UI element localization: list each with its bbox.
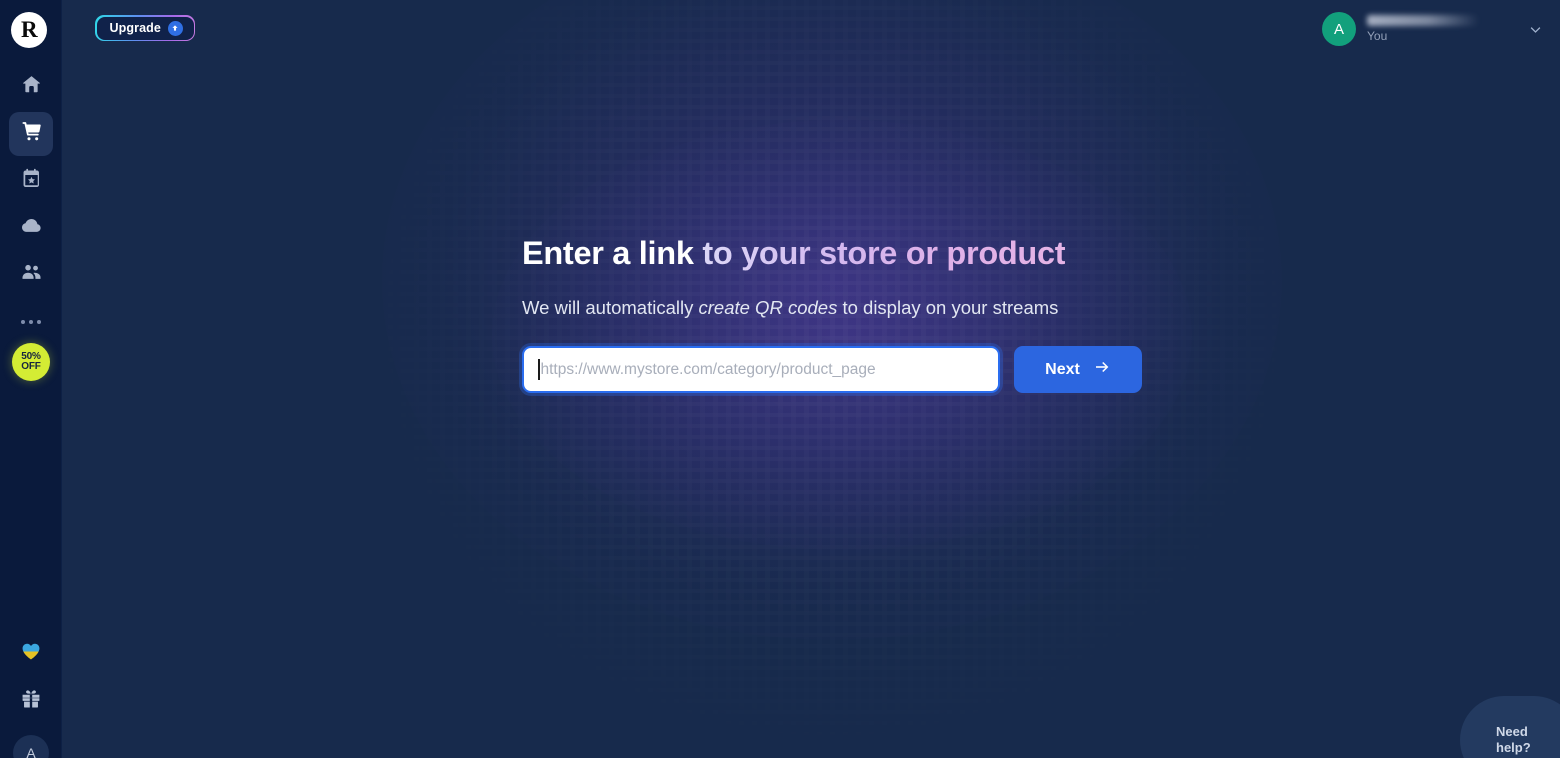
next-button-label: Next <box>1045 360 1080 378</box>
page-subtitle-before: We will automatically <box>522 297 699 318</box>
link-form: Next <box>522 346 1222 393</box>
account-text: You <box>1367 15 1479 43</box>
page-title-strong: Enter a link <box>522 235 694 271</box>
sidebar-item-team[interactable] <box>9 253 53 297</box>
page-title-gradient: to your store or product <box>693 235 1066 271</box>
page-title: Enter a link to your store or product <box>522 231 1222 275</box>
sidebar-item-calendar[interactable] <box>9 159 53 203</box>
help-line-2: help? <box>1496 740 1531 755</box>
sidebar-item-store[interactable] <box>9 112 53 156</box>
next-button[interactable]: Next <box>1014 346 1142 393</box>
cloud-icon <box>20 214 43 242</box>
link-input-wrapper[interactable] <box>522 346 1000 393</box>
upgrade-button[interactable]: Upgrade <box>95 15 196 41</box>
sidebar-nav <box>0 62 62 347</box>
arrow-up-circle-icon <box>167 20 183 36</box>
sidebar-item-cloud[interactable] <box>9 206 53 250</box>
help-line-1: Need <box>1496 724 1528 739</box>
app-logo-letter: R <box>20 17 38 42</box>
help-widget-label: Need help? <box>1496 724 1536 756</box>
sidebar-item-more[interactable] <box>9 300 53 344</box>
gift-icon <box>20 688 42 715</box>
support-ukraine-button[interactable] <box>0 636 62 670</box>
offer-badge-off: OFF <box>21 361 41 372</box>
text-caret <box>538 359 540 380</box>
onboarding-panel: Enter a link to your store or product We… <box>522 231 1222 393</box>
help-widget[interactable]: Need help? <box>1460 696 1560 758</box>
cart-icon <box>20 120 43 148</box>
chevron-down-icon[interactable] <box>1524 18 1546 40</box>
account-name <box>1367 15 1479 26</box>
account-role-label: You <box>1367 29 1388 43</box>
people-icon <box>20 261 43 289</box>
upgrade-button-label: Upgrade <box>109 21 161 35</box>
ukraine-heart-icon <box>20 640 42 667</box>
page-subtitle: We will automatically create QR codes to… <box>522 295 1222 321</box>
avatar: A <box>1322 12 1356 46</box>
link-input[interactable] <box>540 349 984 390</box>
sidebar-item-home[interactable] <box>9 65 53 109</box>
sidebar-avatar-letter: A <box>26 745 36 758</box>
sidebar-avatar[interactable]: A <box>13 735 49 758</box>
offer-badge[interactable]: 50% OFF <box>12 343 50 381</box>
calendar-star-icon <box>20 167 43 195</box>
main-content: Upgrade A You Enter a link to your store… <box>62 0 1560 758</box>
page-subtitle-emphasis: create QR codes <box>698 297 838 318</box>
home-icon <box>20 73 43 101</box>
gift-button[interactable] <box>0 684 62 718</box>
more-dots-icon <box>21 320 41 324</box>
page-subtitle-after: to display on your streams <box>837 297 1059 318</box>
arrow-right-icon <box>1093 358 1111 381</box>
sidebar: R 50% OFF A <box>0 0 62 758</box>
app-logo[interactable]: R <box>11 12 47 48</box>
avatar-letter: A <box>1333 20 1344 38</box>
account-menu[interactable]: A You <box>1316 8 1552 50</box>
